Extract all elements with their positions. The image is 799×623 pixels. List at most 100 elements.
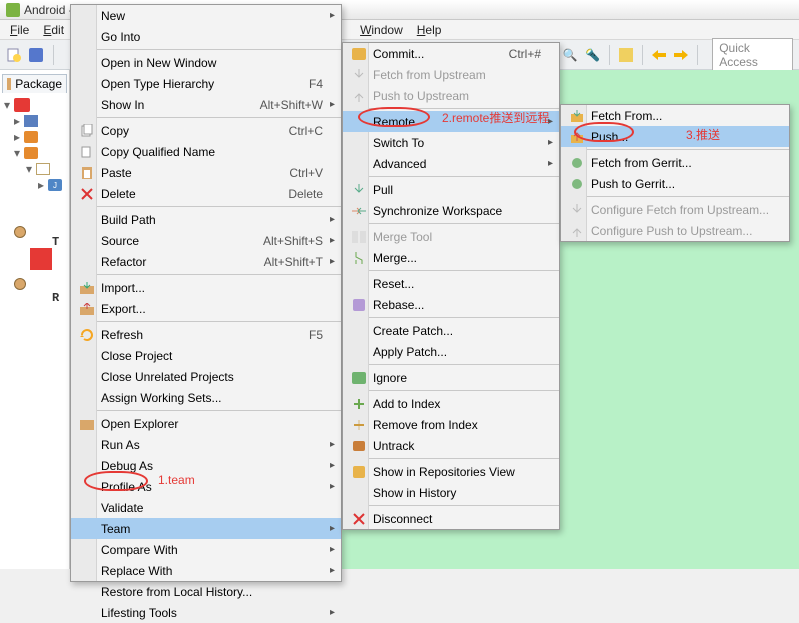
menu-pull[interactable]: Pull bbox=[343, 179, 559, 200]
save-button[interactable] bbox=[28, 46, 44, 64]
delete-icon bbox=[77, 188, 97, 200]
import-icon bbox=[77, 282, 97, 294]
menu-switch-to[interactable]: Switch To bbox=[343, 132, 559, 153]
plus-icon bbox=[349, 399, 369, 409]
menu-delete[interactable]: DeleteDelete bbox=[71, 183, 341, 204]
menu-assign-working-sets[interactable]: Assign Working Sets... bbox=[71, 387, 341, 408]
menu-reset[interactable]: Reset... bbox=[343, 273, 559, 294]
minus-icon bbox=[349, 420, 369, 430]
menu-file[interactable]: FFileile bbox=[4, 21, 35, 39]
menu-remove-from-index[interactable]: Remove from Index bbox=[343, 414, 559, 435]
menu-compare-with[interactable]: Compare With bbox=[71, 539, 341, 560]
separator bbox=[53, 45, 54, 65]
package-explorer-tab[interactable]: Package bbox=[2, 74, 67, 93]
menu-close-project[interactable]: Close Project bbox=[71, 345, 341, 366]
search-button[interactable]: 🔦 bbox=[584, 46, 600, 64]
menu-copy[interactable]: CopyCtrl+C bbox=[71, 120, 341, 141]
menu-help[interactable]: Help bbox=[411, 21, 448, 39]
menu-paste[interactable]: PasteCtrl+V bbox=[71, 162, 341, 183]
android-lib-icon bbox=[24, 115, 38, 127]
menu-advanced[interactable]: Advanced bbox=[343, 153, 559, 174]
menu-show-repo-view[interactable]: Show in Repositories View bbox=[343, 461, 559, 482]
context-menu-main: New Go Into Open in New Window Open Type… bbox=[70, 4, 342, 582]
menu-disconnect[interactable]: Disconnect bbox=[343, 508, 559, 529]
toggle-button[interactable] bbox=[618, 46, 634, 64]
src-folder-icon bbox=[24, 147, 38, 159]
untrack-icon bbox=[349, 441, 369, 451]
app-icon bbox=[6, 3, 20, 17]
menu-team[interactable]: Team bbox=[71, 518, 341, 539]
merge-tool-icon bbox=[349, 231, 369, 243]
menu-apply-patch[interactable]: Apply Patch... bbox=[343, 341, 559, 362]
forward-button[interactable] bbox=[673, 46, 689, 64]
java-file-icon: J bbox=[48, 179, 62, 191]
menu-show-in[interactable]: Show InAlt+Shift+W bbox=[71, 94, 341, 115]
gerrit-fetch-icon bbox=[567, 157, 587, 169]
menu-import[interactable]: Import... bbox=[71, 277, 341, 298]
menu-fetch-gerrit[interactable]: Fetch from Gerrit... bbox=[561, 152, 789, 173]
menu-merge[interactable]: Merge... bbox=[343, 247, 559, 268]
menu-refactor[interactable]: RefactorAlt+Shift+T bbox=[71, 251, 341, 272]
menu-refresh[interactable]: RefreshF5 bbox=[71, 324, 341, 345]
dot-icon bbox=[14, 226, 26, 238]
menu-create-patch[interactable]: Create Patch... bbox=[343, 320, 559, 341]
menu-window[interactable]: Window bbox=[354, 21, 409, 39]
tree[interactable]: ▾ ▸ ▸ ▾ ▾ ▸J bbox=[2, 97, 67, 193]
sync-icon bbox=[349, 205, 369, 217]
gerrit-push-icon bbox=[567, 178, 587, 190]
menu-commit[interactable]: Commit...Ctrl+# bbox=[343, 43, 559, 64]
menu-rebase[interactable]: Rebase... bbox=[343, 294, 559, 315]
menu-new[interactable]: New bbox=[71, 5, 341, 26]
folder-icon bbox=[77, 418, 97, 430]
push-icon bbox=[349, 90, 369, 102]
new-dropdown-button[interactable] bbox=[6, 46, 22, 64]
menu-profile-as[interactable]: Profile As bbox=[71, 476, 341, 497]
separator bbox=[609, 45, 610, 65]
quick-access[interactable]: Quick Access bbox=[712, 38, 793, 72]
dot-icon bbox=[14, 278, 26, 290]
menu-remote[interactable]: Remote bbox=[343, 111, 559, 132]
menu-configure-push: Configure Push to Upstream... bbox=[561, 220, 789, 241]
ignore-icon bbox=[349, 372, 369, 384]
menu-fetch-upstream: Fetch from Upstream bbox=[343, 64, 559, 85]
menu-sync-workspace[interactable]: Synchronize Workspace bbox=[343, 200, 559, 221]
repo-icon bbox=[349, 466, 369, 478]
menu-source[interactable]: SourceAlt+Shift+S bbox=[71, 230, 341, 251]
pull-icon bbox=[349, 184, 369, 196]
menu-show-history[interactable]: Show in History bbox=[343, 482, 559, 503]
menu-fetch-from[interactable]: Fetch From... bbox=[561, 105, 789, 126]
menu-copy-qualified[interactable]: Copy Qualified Name bbox=[71, 141, 341, 162]
menu-untrack[interactable]: Untrack bbox=[343, 435, 559, 456]
back-button[interactable] bbox=[651, 46, 667, 64]
menu-lifesting-tools[interactable]: Lifesting Tools bbox=[71, 602, 341, 623]
menu-configure-fetch: Configure Fetch from Upstream... bbox=[561, 199, 789, 220]
letter-r: R bbox=[52, 291, 59, 305]
red-block bbox=[30, 248, 52, 270]
menu-add-to-index[interactable]: Add to Index bbox=[343, 393, 559, 414]
menu-export[interactable]: Export... bbox=[71, 298, 341, 319]
push-config-icon bbox=[567, 225, 587, 237]
merge-icon bbox=[349, 252, 369, 264]
package-node-icon bbox=[36, 163, 50, 175]
menu-replace-with[interactable]: Replace With bbox=[71, 560, 341, 581]
menu-build-path[interactable]: Build Path bbox=[71, 209, 341, 230]
menu-close-unrelated[interactable]: Close Unrelated Projects bbox=[71, 366, 341, 387]
menu-restore-local-history[interactable]: Restore from Local History... bbox=[71, 581, 341, 602]
open-type-button[interactable]: 🔍 bbox=[562, 46, 578, 64]
menu-push-gerrit[interactable]: Push to Gerrit... bbox=[561, 173, 789, 194]
menu-go-into[interactable]: Go Into bbox=[71, 26, 341, 47]
push-icon bbox=[567, 131, 587, 143]
tab-label: Package bbox=[15, 77, 62, 91]
menu-open-explorer[interactable]: Open Explorer bbox=[71, 413, 341, 434]
refresh-icon bbox=[77, 328, 97, 342]
menu-merge-tool: Merge Tool bbox=[343, 226, 559, 247]
menu-open-type-hierarchy[interactable]: Open Type HierarchyF4 bbox=[71, 73, 341, 94]
menu-edit[interactable]: Edit bbox=[37, 21, 70, 39]
menu-push[interactable]: Push... bbox=[561, 126, 789, 147]
menu-open-new-window[interactable]: Open in New Window bbox=[71, 52, 341, 73]
menu-debug-as[interactable]: Debug As bbox=[71, 455, 341, 476]
menu-validate[interactable]: Validate bbox=[71, 497, 341, 518]
menu-run-as[interactable]: Run As bbox=[71, 434, 341, 455]
menu-ignore[interactable]: Ignore bbox=[343, 367, 559, 388]
context-menu-team: Commit...Ctrl+# Fetch from Upstream Push… bbox=[342, 42, 560, 530]
